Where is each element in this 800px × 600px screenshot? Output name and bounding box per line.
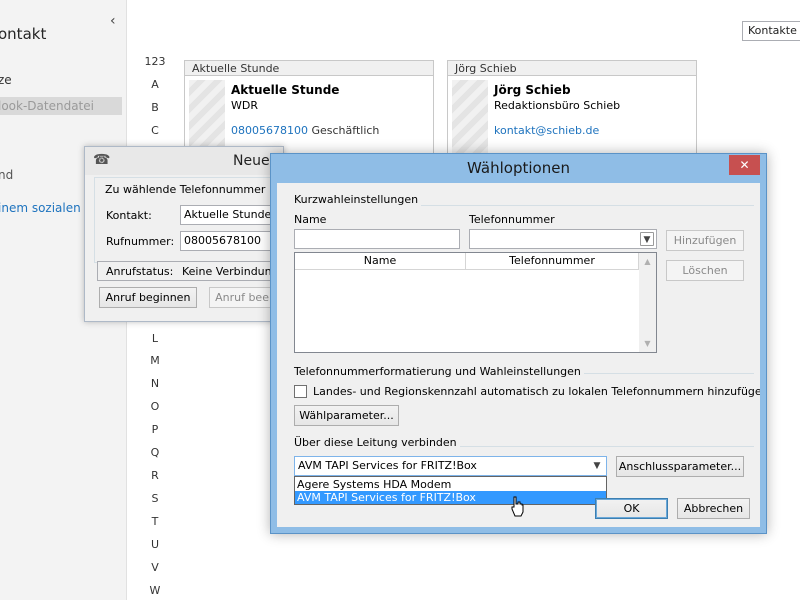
phone-icon: ☎ [93, 152, 111, 168]
index-entry[interactable]: B [140, 101, 170, 114]
start-call-button[interactable]: Anruf beginnen [99, 287, 197, 308]
add-country-code-checkbox[interactable] [294, 385, 307, 398]
index-entry[interactable]: M [140, 354, 170, 367]
speed-dial-list[interactable]: Name Telefonnummer ▲ ▼ [294, 252, 657, 353]
contact-label: Kontakt: [106, 209, 152, 222]
column-header-name[interactable]: Name [295, 253, 466, 270]
number-label: Rufnummer: [106, 235, 175, 248]
contact-name: Aktuelle Stunde [231, 83, 340, 97]
contact-organization: WDR [231, 99, 258, 112]
ok-button[interactable]: OK [595, 498, 668, 519]
speed-dial-caption: Kurzwahleinstellungen [294, 193, 422, 206]
call-status-bar: Anrufstatus: Keine Verbindung [97, 261, 283, 281]
index-entry[interactable]: C [140, 124, 170, 137]
index-entry[interactable]: 123 [140, 55, 170, 68]
card-header: Jörg Schieb [448, 61, 696, 76]
index-entry[interactable]: T [140, 515, 170, 528]
line-select-value: AVM TAPI Services for FRITZ!Box [298, 459, 477, 472]
folder-item[interactable]: nd [0, 168, 13, 182]
chevron-down-icon[interactable]: ▼ [590, 459, 604, 473]
dialog-title: Neuer [233, 153, 276, 169]
index-entry[interactable]: R [140, 469, 170, 482]
line-dropdown-list[interactable]: Agere Systems HDA Modem AVM TAPI Service… [294, 476, 607, 505]
contact-field[interactable]: Aktuelle Stunde [180, 205, 280, 225]
index-entry[interactable]: L [140, 332, 170, 345]
view-select[interactable]: Kontakte o [742, 21, 800, 41]
column-header-phone[interactable]: Telefonnummer [466, 253, 639, 270]
index-entry[interactable]: V [140, 561, 170, 574]
group-caption: Zu wählende Telefonnummer [105, 183, 266, 196]
contact-card[interactable]: Jörg Schieb Jörg Schieb Redaktionsbüro S… [447, 60, 697, 160]
checkbox-label[interactable]: Landes- und Regionskennzahl automatisch … [313, 385, 766, 398]
dropdown-option-selected[interactable]: AVM TAPI Services for FRITZ!Box [295, 491, 606, 504]
formatting-caption: Telefonnummerformatierung und Wahleinste… [294, 365, 584, 378]
call-status-label: Anrufstatus: [106, 265, 174, 278]
index-entry[interactable]: U [140, 538, 170, 551]
dialing-parameters-button[interactable]: Wählparameter... [294, 405, 399, 426]
port-parameters-button[interactable]: Anschlussparameter... [616, 456, 744, 477]
connection-caption: Über diese Leitung verbinden [294, 436, 460, 449]
cancel-button[interactable]: Abbrechen [677, 498, 750, 519]
index-entry[interactable]: W [140, 584, 170, 597]
contact-phone-type: Geschäftlich [311, 124, 380, 137]
index-entry[interactable]: S [140, 492, 170, 505]
list-scrollbar[interactable]: ▲ ▼ [639, 253, 656, 352]
speed-dial-name-input[interactable] [294, 229, 460, 249]
contact-photo-placeholder [452, 80, 488, 159]
dial-options-dialog: Wähloptionen ✕ Kurzwahleinstellungen Nam… [270, 153, 767, 534]
contact-email-link[interactable]: kontakt@schieb.de [494, 124, 599, 137]
index-entry[interactable]: P [140, 423, 170, 436]
new-call-dialog: ☎ Neuer Zu wählende Telefonnummer Kontak… [84, 146, 284, 322]
mouse-pointer-icon [511, 496, 524, 517]
close-button[interactable]: ✕ [729, 155, 760, 175]
delete-button[interactable]: Löschen [666, 260, 744, 281]
name-label: Name [294, 213, 327, 226]
speed-dial-phone-select[interactable]: ▼ [469, 229, 657, 249]
index-entry[interactable]: A [140, 78, 170, 91]
scroll-up-icon[interactable]: ▲ [639, 253, 656, 270]
contact-phone-row: 08005678100 Geschäftlich [231, 124, 379, 137]
contact-organization: Redaktionsbüro Schieb [494, 99, 621, 112]
scroll-down-icon[interactable]: ▼ [639, 335, 656, 352]
index-entry[interactable]: Q [140, 446, 170, 459]
index-entry[interactable]: O [140, 400, 170, 413]
contact-phone-link[interactable]: 08005678100 [231, 124, 308, 137]
card-header: Aktuelle Stunde [185, 61, 433, 76]
contact-card[interactable]: Aktuelle Stunde Aktuelle Stunde WDR 0800… [184, 60, 434, 160]
index-entry[interactable]: N [140, 377, 170, 390]
line-select[interactable]: AVM TAPI Services for FRITZ!Box ▼ [294, 456, 607, 476]
dialog-title: Wähloptionen [467, 159, 570, 177]
pane-title: ontakt [0, 25, 47, 43]
chevron-down-icon[interactable]: ▼ [640, 232, 654, 246]
folder-item-outlook-data-file[interactable]: look-Datendatei [0, 99, 94, 113]
dropdown-option[interactable]: Agere Systems HDA Modem [295, 478, 606, 491]
add-button[interactable]: Hinzufügen [666, 230, 744, 251]
collapse-chevron-icon[interactable]: ‹ [110, 13, 116, 29]
contact-name: Jörg Schieb [494, 83, 571, 97]
phone-label: Telefonnummer [469, 213, 555, 226]
number-field[interactable]: 08005678100 [180, 231, 280, 251]
call-status-value: Keine Verbindung [182, 265, 279, 278]
folder-item[interactable]: ze [0, 73, 12, 87]
